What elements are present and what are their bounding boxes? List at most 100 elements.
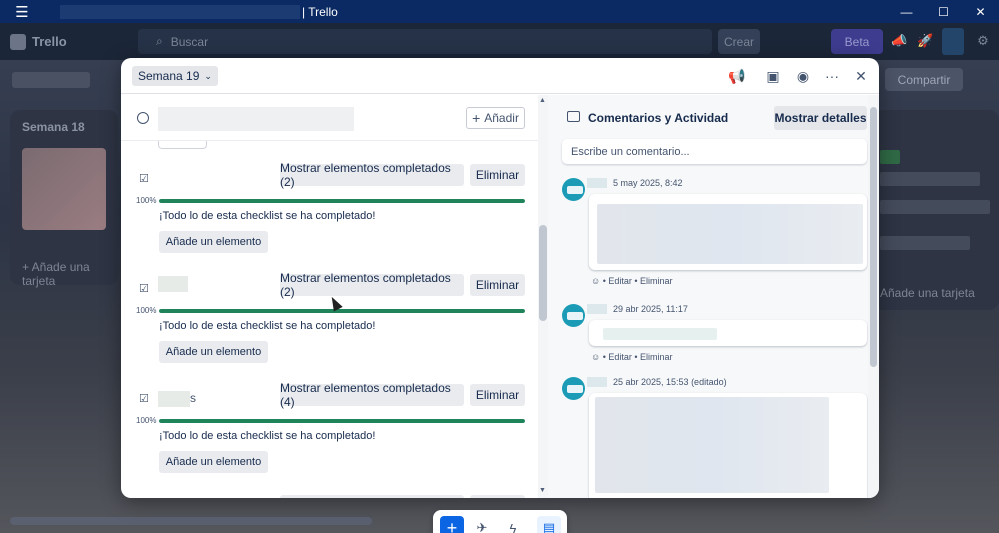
author-redacted bbox=[587, 178, 607, 188]
checklist-icon: ☑ bbox=[139, 173, 149, 185]
activity-title: Comentarios y Actividad bbox=[588, 111, 729, 125]
scroll-thumb[interactable] bbox=[539, 225, 547, 321]
avatar bbox=[562, 377, 585, 400]
trello-topbar: Trello ⌕ Buscar Crear Beta 📣 🚀 ⚙ bbox=[0, 23, 999, 60]
card-text-redacted bbox=[880, 200, 990, 214]
completion-message: ¡Todo lo de esta checklist se ha complet… bbox=[159, 210, 376, 222]
add-item-button[interactable]: Añade un elemento bbox=[159, 451, 268, 473]
progress-percent: 100% bbox=[136, 306, 157, 315]
delete-link[interactable]: Eliminar bbox=[640, 276, 673, 286]
add-icon[interactable]: + bbox=[440, 516, 464, 533]
comment-content-redacted bbox=[597, 204, 863, 264]
list-title: Semana 18 bbox=[22, 120, 85, 134]
complete-toggle-icon[interactable] bbox=[137, 112, 149, 124]
card-label bbox=[880, 150, 900, 164]
card-text-redacted bbox=[880, 236, 970, 250]
create-button[interactable]: Crear bbox=[718, 29, 760, 54]
rocket-icon[interactable]: ✈ bbox=[470, 516, 494, 533]
scroll-up-icon[interactable]: ▲ bbox=[539, 97, 546, 104]
comment-input[interactable]: Escribe un comentario... bbox=[562, 139, 867, 164]
rocket-icon[interactable]: 🚀 bbox=[917, 33, 933, 49]
beta-button[interactable]: Beta bbox=[831, 29, 883, 54]
add-card-button[interactable]: + Añade una tarjeta bbox=[22, 260, 118, 288]
avatar bbox=[562, 178, 585, 201]
search-input[interactable]: ⌕ Buscar bbox=[138, 29, 712, 54]
add-button[interactable]: + Añadir bbox=[466, 107, 525, 129]
show-completed-button[interactable]: Mostrar elementos completados (4) bbox=[280, 381, 464, 409]
comment-image-redacted bbox=[595, 397, 829, 493]
show-completed-button[interactable]: Mostrar elementos completados (2) bbox=[280, 271, 464, 299]
avatar bbox=[562, 304, 585, 327]
close-icon[interactable]: ✕ bbox=[962, 0, 999, 23]
comment-icon bbox=[567, 111, 580, 122]
show-details-button[interactable]: Mostrar detalles bbox=[774, 106, 867, 130]
delete-checklist-button[interactable]: Eliminar bbox=[470, 274, 525, 296]
search-icon: ⌕ bbox=[156, 34, 163, 48]
comment-body bbox=[589, 393, 867, 498]
more-icon[interactable]: ··· bbox=[823, 67, 841, 85]
comment-timestamp[interactable]: 29 abr 2025, 11:17 bbox=[613, 304, 688, 314]
settings-icon[interactable]: ⚙ bbox=[975, 33, 991, 49]
checklist: ☑ s Mostrar elementos completados (4) El… bbox=[121, 381, 538, 486]
progress-percent: 100% bbox=[136, 416, 157, 425]
author-redacted bbox=[587, 377, 607, 387]
scroll-down-icon[interactable]: ▼ bbox=[539, 487, 546, 494]
progress-bar bbox=[159, 309, 525, 313]
checklist-title[interactable] bbox=[158, 276, 188, 292]
checklist-title-redacted bbox=[158, 391, 190, 407]
delete-checklist-button[interactable]: Eliminar bbox=[470, 384, 525, 406]
next-delete-button[interactable] bbox=[470, 495, 525, 498]
completion-message: ¡Todo lo de esta checklist se ha complet… bbox=[159, 320, 376, 332]
comment-body bbox=[589, 194, 867, 270]
avatar[interactable] bbox=[942, 28, 964, 55]
minimize-icon[interactable]: — bbox=[888, 0, 925, 23]
board-list: Añade una tarjeta bbox=[874, 110, 999, 310]
share-button[interactable]: Compartir bbox=[885, 68, 963, 91]
hamburger-menu-icon[interactable]: ☰ bbox=[0, 3, 44, 21]
delete-link[interactable]: Eliminar bbox=[640, 352, 673, 362]
progress-fill bbox=[159, 199, 525, 203]
megaphone-icon[interactable]: 📣 bbox=[891, 33, 907, 49]
checklist: ☑ Mostrar elementos completados (2) Elim… bbox=[121, 161, 538, 266]
scroll-thumb[interactable] bbox=[870, 107, 877, 367]
image-icon[interactable]: ▣ bbox=[764, 67, 782, 85]
edit-link[interactable]: Editar bbox=[608, 276, 632, 286]
checklist-title-text: s bbox=[190, 391, 196, 406]
card-title-redacted[interactable] bbox=[158, 107, 354, 131]
board-icon[interactable]: ▤ bbox=[537, 516, 561, 533]
eye-icon[interactable]: ◉ bbox=[794, 67, 812, 85]
card-title-row: + Añadir bbox=[121, 95, 538, 141]
board-horizontal-scrollbar[interactable] bbox=[10, 517, 372, 525]
list-selector-label: Semana 19 bbox=[138, 69, 200, 83]
add-item-button[interactable]: Añade un elemento bbox=[159, 341, 268, 363]
comment-timestamp[interactable]: 25 abr 2025, 15:53 (editado) bbox=[613, 377, 727, 387]
bottom-switcher: + ✈ ϟ ▤ bbox=[433, 510, 567, 533]
trello-logo[interactable]: Trello bbox=[10, 33, 67, 50]
next-show-completed-button[interactable] bbox=[280, 495, 464, 498]
delete-checklist-button[interactable]: Eliminar bbox=[470, 164, 525, 186]
comment-actions: ☺ • Editar • Eliminar bbox=[591, 352, 673, 362]
show-completed-button[interactable]: Mostrar elementos completados (2) bbox=[280, 161, 464, 189]
checklist-icon: ☑ bbox=[139, 283, 149, 295]
card-thumbnail[interactable] bbox=[22, 148, 106, 230]
trello-logo-text: Trello bbox=[32, 34, 67, 49]
card-text-redacted bbox=[880, 172, 980, 186]
checklist-title[interactable]: s bbox=[158, 391, 196, 407]
main-pane-scrollbar[interactable]: ▲ ▼ bbox=[538, 95, 548, 498]
list-selector[interactable]: Semana 19 ⌄ bbox=[132, 66, 218, 86]
add-item-button[interactable]: Añade un elemento bbox=[159, 231, 268, 253]
search-placeholder: Buscar bbox=[170, 34, 209, 49]
edit-link[interactable]: Editar bbox=[608, 352, 632, 362]
progress-percent: 100% bbox=[136, 196, 157, 205]
board-name-redacted bbox=[12, 72, 90, 88]
add-card-button[interactable]: Añade una tarjeta bbox=[880, 286, 975, 300]
activity-scrollbar[interactable] bbox=[868, 95, 879, 498]
close-icon[interactable]: ✕ bbox=[852, 67, 870, 85]
megaphone-icon[interactable]: 📢 bbox=[728, 67, 746, 85]
comment-timestamp[interactable]: 5 may 2025, 8:42 bbox=[613, 178, 683, 188]
lightning-icon[interactable]: ϟ bbox=[501, 516, 525, 533]
maximize-icon[interactable]: ☐ bbox=[925, 0, 962, 23]
window-title: | Trello bbox=[302, 4, 338, 19]
chevron-down-icon: ⌄ bbox=[204, 70, 212, 81]
modal-header: Semana 19 ⌄ 📢 ▣ ◉ ··· ✕ bbox=[121, 58, 879, 94]
